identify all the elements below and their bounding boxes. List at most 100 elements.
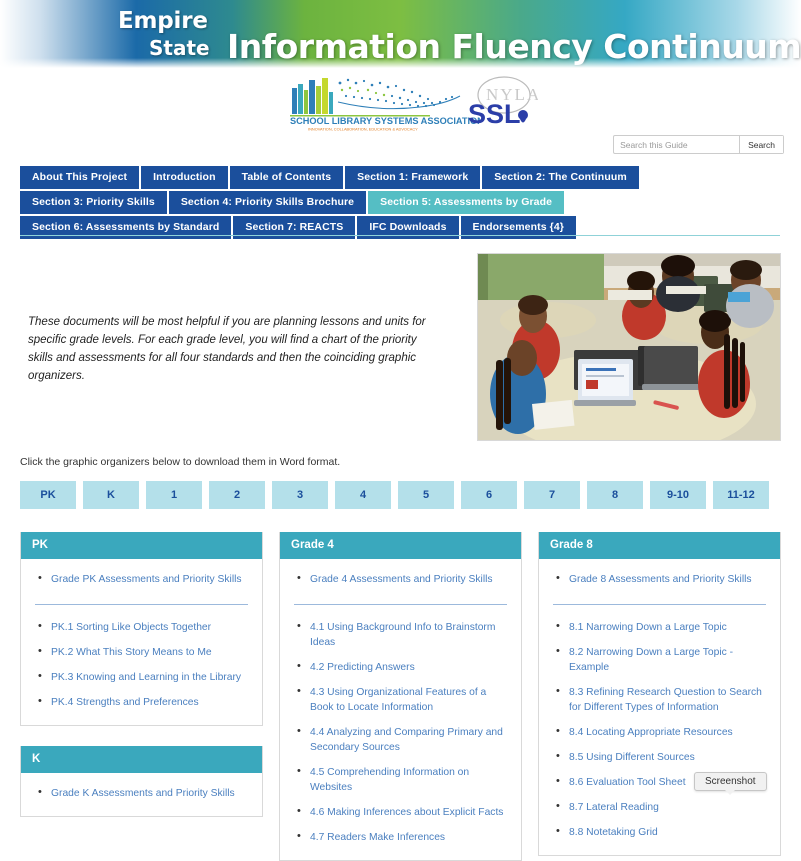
link-grade-k-assessments[interactable]: Grade K Assessments and Priority Skills (51, 788, 235, 799)
tab-introduction[interactable]: Introduction (141, 166, 228, 189)
grade-box-8-top-links: Grade 8 Assessments and Priority Skills (539, 567, 780, 592)
list-item[interactable]: 4.5 Comprehending Information on Website… (280, 760, 521, 800)
grade-button-8[interactable]: 8 (587, 481, 643, 509)
svg-text:L: L (504, 99, 521, 129)
link-8-6[interactable]: 8.6 Evaluation Tool Sheet (569, 777, 686, 788)
list-item[interactable]: 4.6 Making Inferences about Explicit Fac… (280, 800, 521, 825)
grade-button-5[interactable]: 5 (398, 481, 454, 509)
link-8-4[interactable]: 8.4 Locating Appropriate Resources (569, 727, 733, 738)
list-item[interactable]: PK.2 What This Story Means to Me (21, 640, 262, 665)
grade-box-8-links: 8.1 Narrowing Down a Large Topic 8.2 Nar… (539, 615, 780, 845)
list-item[interactable]: 8.5 Using Different Sources (539, 745, 780, 770)
grade-box-4-divider (294, 604, 507, 605)
grade-button-9-10[interactable]: 9-10 (650, 481, 706, 509)
search-input[interactable] (614, 136, 740, 153)
search-button[interactable]: Search (739, 136, 783, 153)
grade-button-k[interactable]: K (83, 481, 139, 509)
link-8-8[interactable]: 8.8 Notetaking Grid (569, 827, 658, 838)
grade-box-pk-title: PK (21, 532, 262, 559)
grade-button-3[interactable]: 3 (272, 481, 328, 509)
list-item[interactable]: Grade K Assessments and Priority Skills (21, 781, 262, 806)
link-4-3[interactable]: 4.3 Using Organizational Features of a B… (310, 687, 486, 713)
list-item[interactable]: 4.4 Analyzing and Comparing Primary and … (280, 720, 521, 760)
grade-box-pk-top-links: Grade PK Assessments and Priority Skills (21, 567, 262, 592)
list-item[interactable]: Grade 4 Assessments and Priority Skills (280, 567, 521, 592)
tab-section-4-priority-skills-brochure[interactable]: Section 4: Priority Skills Brochure (168, 191, 367, 214)
list-item[interactable]: 8.2 Narrowing Down a Large Topic - Examp… (539, 640, 780, 680)
svg-text:SS: SS (468, 99, 504, 129)
link-grade-4-assessments[interactable]: Grade 4 Assessments and Priority Skills (310, 574, 493, 585)
link-pk-2[interactable]: PK.2 What This Story Means to Me (51, 647, 212, 658)
nysl-ssl-logo[interactable]: NYLA SS L (466, 74, 539, 130)
list-item[interactable]: 8.8 Notetaking Grid (539, 820, 780, 845)
list-item[interactable]: PK.1 Sorting Like Objects Together (21, 615, 262, 640)
list-item[interactable]: 8.3 Refining Research Question to Search… (539, 680, 780, 720)
grade-content-columns: PK Grade PK Assessments and Priority Ski… (20, 532, 782, 861)
guide-search[interactable]: Search (613, 135, 784, 154)
grade-button-6[interactable]: 6 (461, 481, 517, 509)
list-item[interactable]: 8.7 Lateral Reading (539, 795, 780, 820)
list-item[interactable]: 4.2 Predicting Answers (280, 655, 521, 680)
link-8-7[interactable]: 8.7 Lateral Reading (569, 802, 659, 813)
tab-row-1: About This Project Introduction Table of… (20, 166, 780, 189)
tab-about-this-project[interactable]: About This Project (20, 166, 140, 189)
list-item[interactable]: 4.7 Readers Make Inferences (280, 825, 521, 850)
tab-section-5-assessments-by-grade[interactable]: Section 5: Assessments by Grade (368, 191, 565, 214)
classroom-photo-graphic (478, 254, 780, 440)
grade-button-11-12[interactable]: 11-12 (713, 481, 769, 509)
link-pk-3[interactable]: PK.3 Knowing and Learning in the Library (51, 672, 241, 683)
slsa-logo-graphic: SCHOOL LIBRARY SYSTEMS ASSOCIATION INNOV… (290, 78, 484, 132)
grade-button-4[interactable]: 4 (335, 481, 391, 509)
download-instruction: Click the graphic organizers below to do… (20, 456, 341, 468)
tab-section-1-framework[interactable]: Section 1: Framework (345, 166, 481, 189)
slsa-name-text: SCHOOL LIBRARY SYSTEMS ASSOCIATION (290, 116, 480, 126)
grade-box-4-links: 4.1 Using Background Info to Brainstorm … (280, 615, 521, 850)
grade-box-4-body: Grade 4 Assessments and Priority Skills … (280, 559, 521, 860)
link-4-2[interactable]: 4.2 Predicting Answers (310, 662, 415, 673)
list-item[interactable]: PK.3 Knowing and Learning in the Library (21, 665, 262, 690)
grade-button-2[interactable]: 2 (209, 481, 265, 509)
link-4-1[interactable]: 4.1 Using Background Info to Brainstorm … (310, 622, 495, 648)
tab-section-2-the-continuum[interactable]: Section 2: The Continuum (482, 166, 639, 189)
tab-section-3-priority-skills[interactable]: Section 3: Priority Skills (20, 191, 167, 214)
link-4-5[interactable]: 4.5 Comprehending Information on Website… (310, 767, 469, 793)
link-grade-pk-assessments[interactable]: Grade PK Assessments and Priority Skills (51, 574, 242, 585)
grade-box-8-body: Grade 8 Assessments and Priority Skills … (539, 559, 780, 855)
banner-fade (0, 58, 801, 68)
list-item[interactable]: 8.1 Narrowing Down a Large Topic (539, 615, 780, 640)
grade-box-8: Grade 8 Grade 8 Assessments and Priority… (538, 532, 781, 856)
grade-button-1[interactable]: 1 (146, 481, 202, 509)
link-8-3[interactable]: 8.3 Refining Research Question to Search… (569, 687, 762, 713)
grade-box-k-title: K (21, 746, 262, 773)
tab-table-of-contents[interactable]: Table of Contents (229, 166, 344, 189)
banner-line-state: State (149, 36, 210, 60)
list-item[interactable]: Grade PK Assessments and Priority Skills (21, 567, 262, 592)
grade-button-7[interactable]: 7 (524, 481, 580, 509)
link-grade-8-assessments[interactable]: Grade 8 Assessments and Priority Skills (569, 574, 752, 585)
list-item[interactable]: Grade 8 Assessments and Priority Skills (539, 567, 780, 592)
link-4-4[interactable]: 4.4 Analyzing and Comparing Primary and … (310, 727, 503, 753)
logo-row: SCHOOL LIBRARY SYSTEMS ASSOCIATION INNOV… (0, 68, 801, 132)
list-item[interactable]: 4.1 Using Background Info to Brainstorm … (280, 615, 521, 655)
link-8-1[interactable]: 8.1 Narrowing Down a Large Topic (569, 622, 727, 633)
column-2: Grade 4 Grade 4 Assessments and Priority… (279, 532, 522, 861)
column-1: PK Grade PK Assessments and Priority Ski… (20, 532, 263, 817)
tabs-bottom-rule (20, 235, 780, 236)
tab-row-2: Section 3: Priority Skills Section 4: Pr… (20, 191, 780, 214)
link-4-6[interactable]: 4.6 Making Inferences about Explicit Fac… (310, 807, 503, 818)
link-pk-1[interactable]: PK.1 Sorting Like Objects Together (51, 622, 211, 633)
list-item[interactable]: 4.3 Using Organizational Features of a B… (280, 680, 521, 720)
main-navigation-tabs: About This Project Introduction Table of… (20, 166, 780, 241)
slsa-tagline-text: INNOVATION, COLLABORATION, EDUCATION & A… (308, 127, 418, 132)
link-4-7[interactable]: 4.7 Readers Make Inferences (310, 832, 445, 843)
list-item[interactable]: PK.4 Strengths and Preferences (21, 690, 262, 715)
classroom-photo (477, 253, 781, 441)
grade-box-k-body: Grade K Assessments and Priority Skills (21, 773, 262, 816)
list-item[interactable]: 8.4 Locating Appropriate Resources (539, 720, 780, 745)
link-8-2[interactable]: 8.2 Narrowing Down a Large Topic - Examp… (569, 647, 733, 673)
grade-button-pk[interactable]: PK (20, 481, 76, 509)
grade-box-4: Grade 4 Grade 4 Assessments and Priority… (279, 532, 522, 861)
school-library-systems-association-logo[interactable]: SCHOOL LIBRARY SYSTEMS ASSOCIATION INNOV… (280, 74, 484, 132)
link-8-5[interactable]: 8.5 Using Different Sources (569, 752, 695, 763)
link-pk-4[interactable]: PK.4 Strengths and Preferences (51, 697, 199, 708)
